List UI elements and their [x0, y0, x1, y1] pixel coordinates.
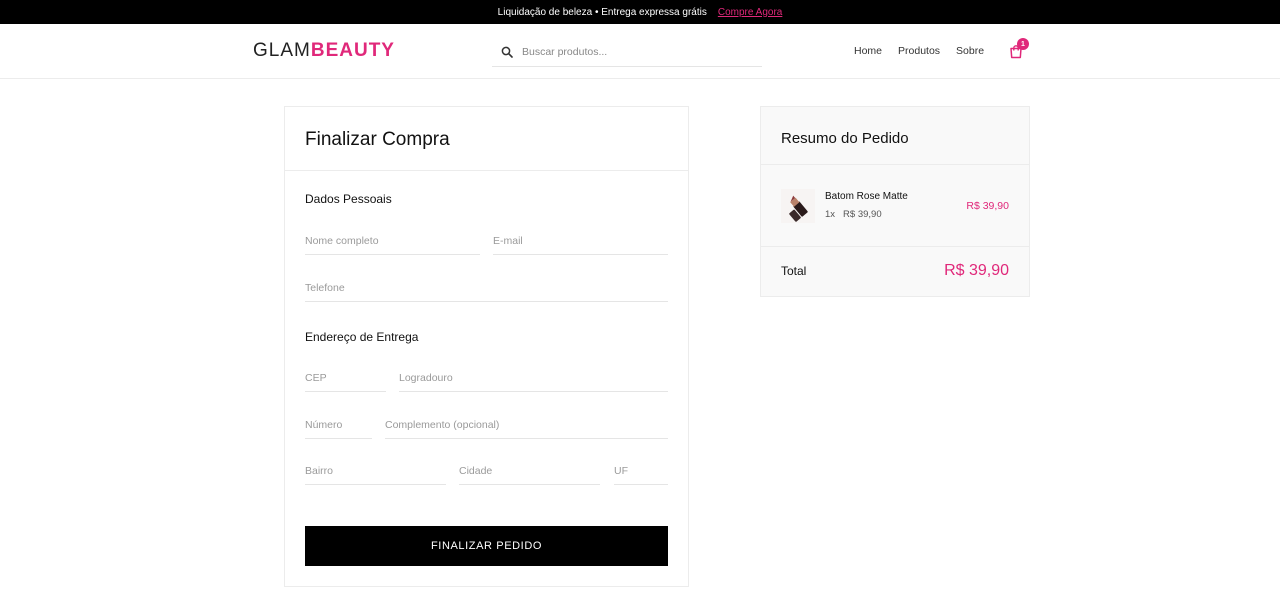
street-field-wrap — [399, 360, 668, 392]
complement-field[interactable] — [385, 407, 668, 438]
number-field-wrap — [305, 407, 372, 439]
place-order-button[interactable]: FINALIZAR PEDIDO — [305, 526, 668, 566]
total-value: R$ 39,90 — [944, 262, 1009, 279]
cep-field-wrap — [305, 360, 386, 392]
page-title: Finalizar Compra — [285, 107, 688, 171]
product-line-total: R$ 39,90 — [966, 200, 1009, 212]
complement-field-wrap — [385, 407, 668, 439]
main-nav: Home Produtos Sobre — [854, 45, 984, 57]
lipstick-image — [781, 189, 815, 223]
search-icon — [501, 46, 513, 58]
product-name: Batom Rose Matte — [825, 191, 908, 202]
search-bar — [492, 37, 762, 67]
total-label: Total — [781, 264, 807, 278]
district-field[interactable] — [305, 453, 446, 484]
name-field[interactable] — [305, 223, 480, 254]
product-unit-price: R$ 39,90 — [843, 209, 882, 220]
phone-field-wrap — [305, 270, 668, 302]
cep-field[interactable] — [305, 360, 386, 391]
promo-bar: Liquidação de beleza • Entrega expressa … — [0, 0, 1280, 24]
total-row: Total R$ 39,90 — [761, 247, 1029, 297]
number-field[interactable] — [305, 407, 372, 438]
promo-link[interactable]: Compre Agora — [718, 7, 782, 18]
street-field[interactable] — [399, 360, 668, 391]
nav-products[interactable]: Produtos — [898, 45, 940, 57]
personal-data-heading: Dados Pessoais — [305, 192, 392, 206]
state-field[interactable] — [614, 453, 668, 484]
list-item: Batom Rose Matte 1x R$ 39,90 R$ 39,90 — [761, 165, 1029, 247]
nav-home[interactable]: Home — [854, 45, 882, 57]
city-field-wrap — [459, 453, 600, 485]
phone-field[interactable] — [305, 270, 668, 301]
order-summary-title: Resumo do Pedido — [761, 107, 1029, 165]
logo[interactable]: GLAMBEAUTY — [253, 40, 395, 62]
name-field-wrap — [305, 223, 480, 255]
checkout-form-card: Finalizar Compra Dados Pessoais Endereço… — [284, 106, 689, 587]
product-quantity: 1x — [825, 209, 836, 220]
nav-about[interactable]: Sobre — [956, 45, 984, 57]
product-thumbnail — [781, 189, 815, 223]
district-field-wrap — [305, 453, 446, 485]
shipping-address-heading: Endereço de Entrega — [305, 330, 419, 344]
email-field[interactable] — [493, 223, 668, 254]
site-header: GLAMBEAUTY Home Produtos Sobre — [0, 24, 1280, 79]
order-summary-card: Resumo do Pedido Batom Rose Matte 1x R$ … — [760, 106, 1030, 297]
city-field[interactable] — [459, 453, 600, 484]
cart-count-badge: 1 — [1017, 38, 1029, 50]
search-input[interactable] — [522, 45, 742, 58]
state-field-wrap — [614, 453, 668, 485]
product-meta: 1x R$ 39,90 — [825, 209, 882, 220]
logo-text-glam: GLAM — [253, 40, 311, 61]
promo-text: Liquidação de beleza • Entrega expressa … — [497, 6, 707, 18]
logo-text-beauty: BEAUTY — [310, 40, 395, 61]
email-field-wrap — [493, 223, 668, 255]
